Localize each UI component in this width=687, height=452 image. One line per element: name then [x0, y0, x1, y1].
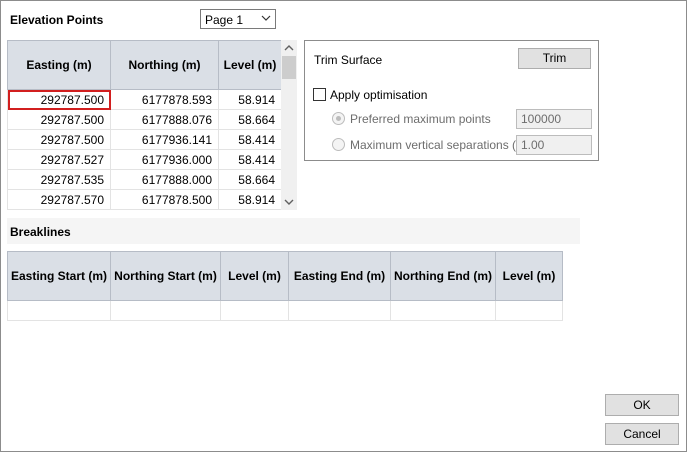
cell-northing[interactable]: 6177878.593	[110, 89, 219, 110]
cell-northing[interactable]: 6177878.500	[110, 189, 219, 210]
col-header-easting-start[interactable]: Easting Start (m)	[7, 251, 111, 301]
table-row[interactable]: 292787.570 6177878.500 58.914	[7, 189, 282, 210]
breaklines-table: Easting Start (m) Northing Start (m) Lev…	[7, 251, 563, 321]
cell-northing[interactable]: 6177936.141	[110, 129, 219, 150]
col-header-northing-start[interactable]: Northing Start (m)	[110, 251, 221, 301]
cell-level[interactable]: 58.914	[218, 189, 282, 210]
preferred-max-points-label: Preferred maximum points	[350, 112, 491, 126]
table-row[interactable]: 292787.500 6177936.141 58.414	[7, 129, 282, 150]
table-row[interactable]: 292787.500 6177888.076 58.664	[7, 109, 282, 130]
elevation-points-title: Elevation Points	[10, 13, 104, 27]
trim-button[interactable]: Trim	[518, 48, 591, 69]
trim-surface-panel: Trim Surface Trim Apply optimisation Pre…	[304, 40, 599, 161]
page-select-value: Page 1	[205, 13, 244, 27]
col-header-northing-end[interactable]: Northing End (m)	[390, 251, 496, 301]
cell-empty[interactable]	[7, 300, 111, 321]
cell-level[interactable]: 58.914	[218, 89, 282, 110]
cell-easting[interactable]: 292787.535	[7, 169, 111, 190]
trim-surface-label: Trim Surface	[314, 53, 383, 67]
cell-easting[interactable]: 292787.527	[7, 149, 111, 170]
ok-button[interactable]: OK	[605, 394, 679, 416]
cell-empty[interactable]	[495, 300, 563, 321]
max-vertical-separations-radio[interactable]	[332, 138, 345, 151]
cell-level[interactable]: 58.664	[218, 109, 282, 130]
breaklines-title: Breaklines	[10, 225, 71, 239]
col-header-northing[interactable]: Northing (m)	[110, 40, 219, 90]
cell-empty[interactable]	[220, 300, 289, 321]
col-header-level-end[interactable]: Level (m)	[495, 251, 563, 301]
preferred-max-points-radio[interactable]	[332, 112, 345, 125]
cell-level[interactable]: 58.414	[218, 149, 282, 170]
cell-easting[interactable]: 292787.500	[7, 89, 111, 110]
col-header-level-start[interactable]: Level (m)	[220, 251, 289, 301]
cell-easting[interactable]: 292787.500	[7, 129, 111, 150]
col-header-easting[interactable]: Easting (m)	[7, 40, 111, 90]
elevation-header-row: Easting (m) Northing (m) Level (m)	[7, 40, 282, 90]
col-header-easting-end[interactable]: Easting End (m)	[288, 251, 391, 301]
chevron-down-icon	[261, 15, 271, 21]
cell-northing[interactable]: 6177888.000	[110, 169, 219, 190]
table-row[interactable]: 292787.500 6177878.593 58.914	[7, 89, 282, 110]
cell-empty[interactable]	[110, 300, 221, 321]
col-header-level[interactable]: Level (m)	[218, 40, 282, 90]
cell-level[interactable]: 58.414	[218, 129, 282, 150]
elevation-points-table: Easting (m) Northing (m) Level (m) 29278…	[7, 40, 282, 210]
cell-northing[interactable]: 6177888.076	[110, 109, 219, 130]
table-row[interactable]: 292787.535 6177888.000 58.664	[7, 169, 282, 190]
scroll-up-arrow-icon[interactable]	[281, 40, 297, 56]
scroll-down-arrow-icon[interactable]	[281, 194, 297, 210]
elevation-scrollbar[interactable]	[281, 40, 297, 210]
page-select[interactable]: Page 1	[200, 9, 276, 29]
breaklines-header-row: Easting Start (m) Northing Start (m) Lev…	[7, 251, 563, 301]
table-row[interactable]: 292787.527 6177936.000 58.414	[7, 149, 282, 170]
cell-easting[interactable]: 292787.570	[7, 189, 111, 210]
apply-optimisation-label: Apply optimisation	[330, 88, 428, 102]
scroll-thumb[interactable]	[282, 56, 296, 79]
cell-northing[interactable]: 6177936.000	[110, 149, 219, 170]
max-vertical-separations-input[interactable]: 1.00	[516, 135, 592, 155]
cell-easting[interactable]: 292787.500	[7, 109, 111, 130]
cell-level[interactable]: 58.664	[218, 169, 282, 190]
cancel-button[interactable]: Cancel	[605, 423, 679, 445]
apply-optimisation-checkbox[interactable]	[313, 88, 326, 101]
table-row[interactable]	[7, 300, 563, 321]
preferred-max-points-input[interactable]: 100000	[516, 109, 592, 129]
cell-empty[interactable]	[390, 300, 496, 321]
cell-empty[interactable]	[288, 300, 391, 321]
breaklines-header-bar	[7, 218, 580, 244]
max-vertical-separations-label: Maximum vertical separations (m)	[350, 138, 531, 152]
